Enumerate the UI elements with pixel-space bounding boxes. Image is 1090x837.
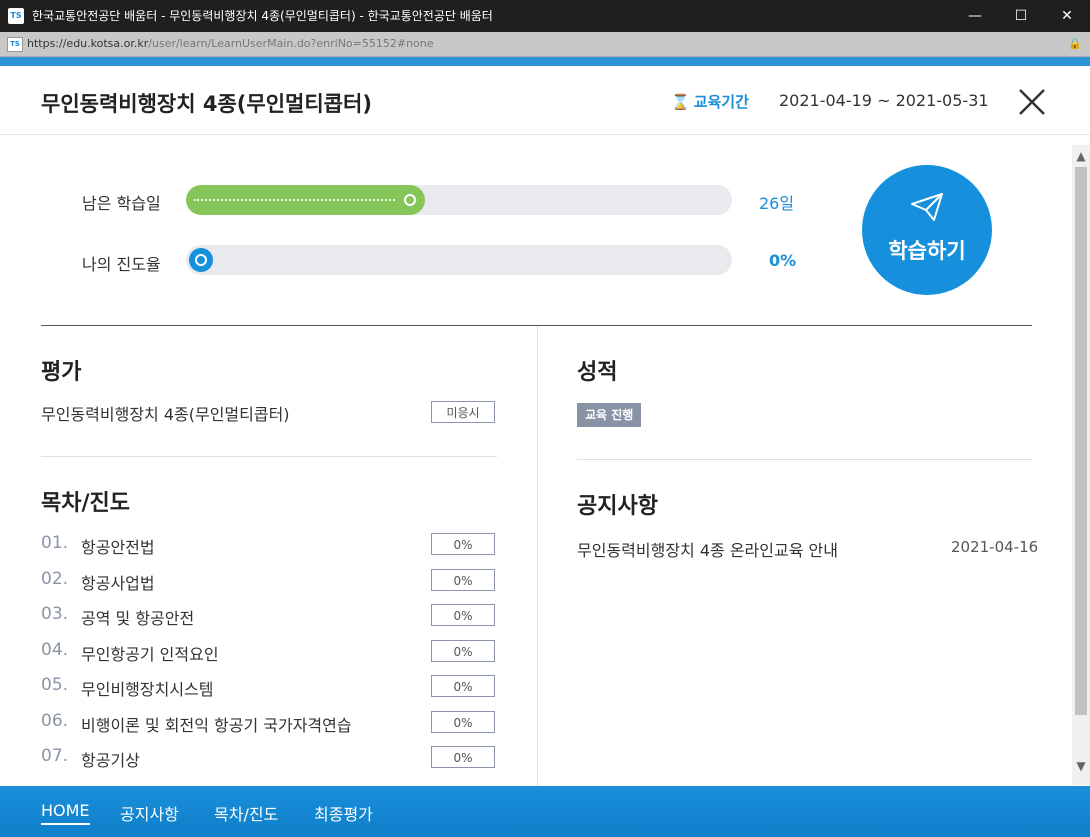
course-title: 무인동력비행장치 4종(무인멀티콥터) xyxy=(41,92,372,116)
lock-icon: 🔒 xyxy=(1068,37,1082,50)
minimize-button[interactable]: — xyxy=(952,0,998,32)
scroll-down-icon[interactable]: ▼ xyxy=(1072,757,1090,775)
toc-item-label: 항공사업법 xyxy=(81,574,155,593)
period-value: 2021-04-19 ~ 2021-05-31 xyxy=(779,91,989,110)
close-icon[interactable] xyxy=(1016,86,1048,118)
evaluation-divider xyxy=(41,456,497,457)
notice-item-date: 2021-04-16 xyxy=(951,538,1039,556)
toc-item-number: 03. xyxy=(41,604,69,624)
period-label: ⌛ 교육기간 xyxy=(671,91,749,112)
window-title: 한국교통안전공단 배움터 - 무인동력비행장치 4종(무인멀티콥터) - 한국교… xyxy=(32,9,493,23)
toc-item-label: 무인비행장치시스템 xyxy=(81,680,214,699)
toc-item-progress: 0% xyxy=(431,604,495,626)
hourglass-icon: ⌛ xyxy=(671,93,690,111)
toc-item[interactable]: 06. 비행이론 및 회전익 항공기 국가자격연습 0% xyxy=(41,711,497,735)
remaining-days-fill xyxy=(186,185,425,215)
toc-item-progress: 0% xyxy=(431,533,495,555)
url-host: https://edu.kotsa.or.kr xyxy=(27,37,149,50)
remaining-days-bar xyxy=(186,185,732,215)
scroll-thumb[interactable] xyxy=(1075,167,1087,715)
toc-item-progress: 0% xyxy=(431,640,495,662)
toc-item[interactable]: 03. 공역 및 항공안전 0% xyxy=(41,604,497,628)
toc-title: 목차/진도 xyxy=(41,491,130,516)
toc-item[interactable]: 02. 항공사업법 0% xyxy=(41,569,497,593)
toc-item-label: 비행이론 및 회전익 항공기 국가자격연습 xyxy=(81,716,352,735)
url-path: /user/learn/LearnUserMain.do?enrlNo=5515… xyxy=(148,37,434,50)
remaining-days-label: 남은 학습일 xyxy=(82,194,161,213)
window-close-button[interactable]: ✕ xyxy=(1044,0,1090,32)
address-bar[interactable]: TS https://edu.kotsa.or.kr/user/learn/Le… xyxy=(0,32,1090,57)
period-label-text: 교육기간 xyxy=(693,93,749,111)
top-accent-strip xyxy=(0,57,1090,66)
my-progress-knob xyxy=(189,248,213,272)
nav-toc[interactable]: 목차/진도 xyxy=(214,801,278,825)
my-progress-bar xyxy=(186,245,732,275)
toc-item[interactable]: 04. 무인항공기 인적요인 0% xyxy=(41,640,497,664)
evaluation-title: 평가 xyxy=(41,360,82,385)
my-progress-value: 0% xyxy=(769,251,797,270)
toc-item-label: 무인항공기 인적요인 xyxy=(81,645,219,664)
toc-item-progress: 0% xyxy=(431,711,495,733)
toc-item-progress: 0% xyxy=(431,675,495,697)
toc-item-number: 02. xyxy=(41,569,69,589)
window-titlebar: TS 한국교통안전공단 배움터 - 무인동력비행장치 4종(무인멀티콥터) - … xyxy=(0,0,1090,32)
grade-divider xyxy=(577,459,1032,460)
toc-item-number: 01. xyxy=(41,533,69,553)
remaining-days-knob xyxy=(398,188,422,212)
column-divider xyxy=(537,326,538,786)
toc-item[interactable]: 07. 항공기상 0% xyxy=(41,746,497,770)
toc-item[interactable]: 01. 항공안전법 0% xyxy=(41,533,497,557)
my-progress-label: 나의 진도율 xyxy=(82,255,161,274)
scroll-up-icon[interactable]: ▲ xyxy=(1072,147,1090,165)
toc-item-number: 05. xyxy=(41,675,69,695)
toc-item-number: 04. xyxy=(41,640,69,660)
app-logo-icon: TS xyxy=(8,8,24,24)
start-learning-label: 학습하기 xyxy=(888,239,966,263)
bottom-nav: HOME 공지사항 목차/진도 최종평가 xyxy=(0,786,1090,837)
evaluation-status-badge[interactable]: 미응시 xyxy=(431,401,495,423)
notice-item-title[interactable]: 무인동력비행장치 4종 온라인교육 안내 xyxy=(577,537,838,561)
url-text[interactable]: https://edu.kotsa.or.kr/user/learn/Learn… xyxy=(27,37,434,50)
start-learning-button[interactable]: 학습하기 xyxy=(862,165,992,295)
evaluation-item: 무인동력비행장치 4종(무인멀티콥터) xyxy=(41,405,290,424)
paper-plane-icon xyxy=(911,193,943,221)
site-favicon-icon: TS xyxy=(7,37,23,52)
nav-notices[interactable]: 공지사항 xyxy=(120,801,179,825)
toc-item[interactable]: 05. 무인비행장치시스템 0% xyxy=(41,675,497,699)
toc-item-label: 항공안전법 xyxy=(81,538,155,557)
nav-final-exam[interactable]: 최종평가 xyxy=(314,801,373,825)
toc-item-label: 공역 및 항공안전 xyxy=(81,609,195,628)
grade-title: 성적 xyxy=(577,360,618,385)
vertical-scrollbar[interactable]: ▲ ▼ xyxy=(1072,145,1090,785)
course-header: 무인동력비행장치 4종(무인멀티콥터) ⌛ 교육기간 2021-04-19 ~ 2… xyxy=(0,66,1090,135)
notice-title: 공지사항 xyxy=(577,494,658,519)
maximize-button[interactable]: ☐ xyxy=(998,0,1044,32)
toc-item-progress: 0% xyxy=(431,569,495,591)
toc-item-label: 항공기상 xyxy=(81,751,140,770)
nav-home[interactable]: HOME xyxy=(41,801,90,825)
grade-status-badge: 교육 진행 xyxy=(577,403,642,427)
toc-item-number: 07. xyxy=(41,746,69,766)
toc-item-number: 06. xyxy=(41,711,69,731)
remaining-days-value: 26일 xyxy=(759,194,795,213)
toc-item-progress: 0% xyxy=(431,746,495,768)
